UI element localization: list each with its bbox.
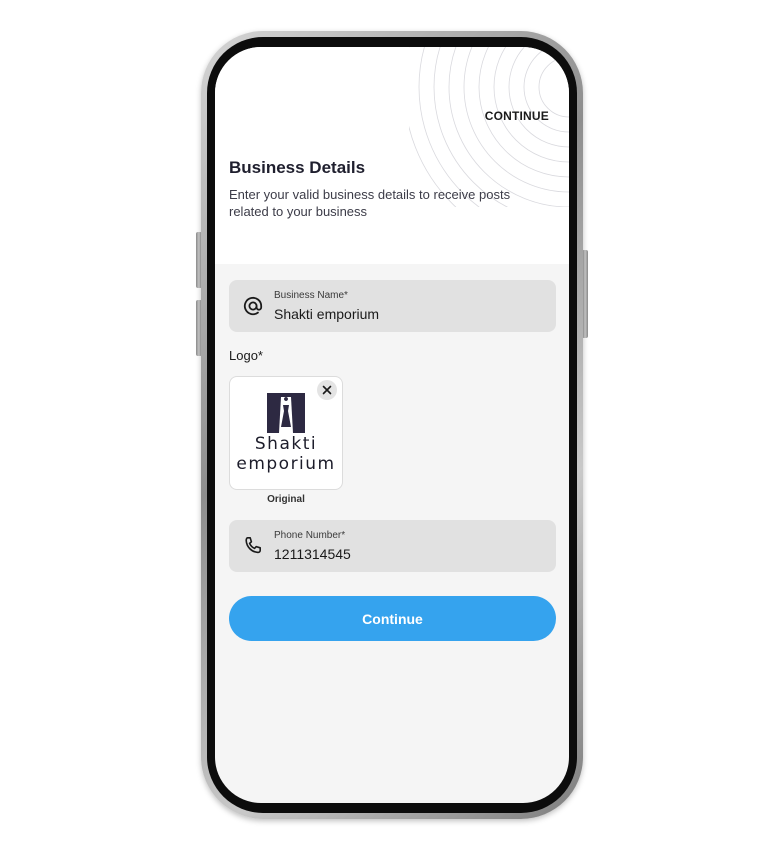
logo-label: Logo* xyxy=(229,348,263,363)
stage: CONTINUE Business Details Enter your val… xyxy=(0,0,768,850)
page-title: Business Details xyxy=(229,158,366,177)
phone-number-label: Phone Number* xyxy=(274,530,346,541)
business-name-value[interactable]: Shakti emporium xyxy=(274,306,379,322)
at-icon xyxy=(243,296,263,316)
logo-caption: Original xyxy=(267,494,305,505)
remove-logo-button[interactable] xyxy=(317,380,337,400)
decorative-arcs xyxy=(409,47,569,207)
app-screen: CONTINUE Business Details Enter your val… xyxy=(215,47,569,803)
phone-number-field[interactable]: Phone Number* 1211314545 xyxy=(229,520,556,572)
brand-name-line2: emporium xyxy=(236,454,336,474)
brand-mark-icon xyxy=(267,393,305,433)
phone-number-value[interactable]: 1211314545 xyxy=(274,546,351,562)
business-name-label: Business Name* xyxy=(274,290,348,301)
continue-button[interactable]: Continue xyxy=(229,596,556,641)
page-subtitle: Enter your valid business details to rec… xyxy=(229,187,511,219)
continue-link[interactable]: CONTINUE xyxy=(485,109,549,123)
header: CONTINUE Business Details Enter your val… xyxy=(215,47,569,264)
brand-name-line1: Shakti xyxy=(254,434,318,454)
business-name-field[interactable]: Business Name* Shakti emporium xyxy=(229,280,556,332)
close-icon xyxy=(322,385,332,395)
phone-icon xyxy=(245,537,261,554)
